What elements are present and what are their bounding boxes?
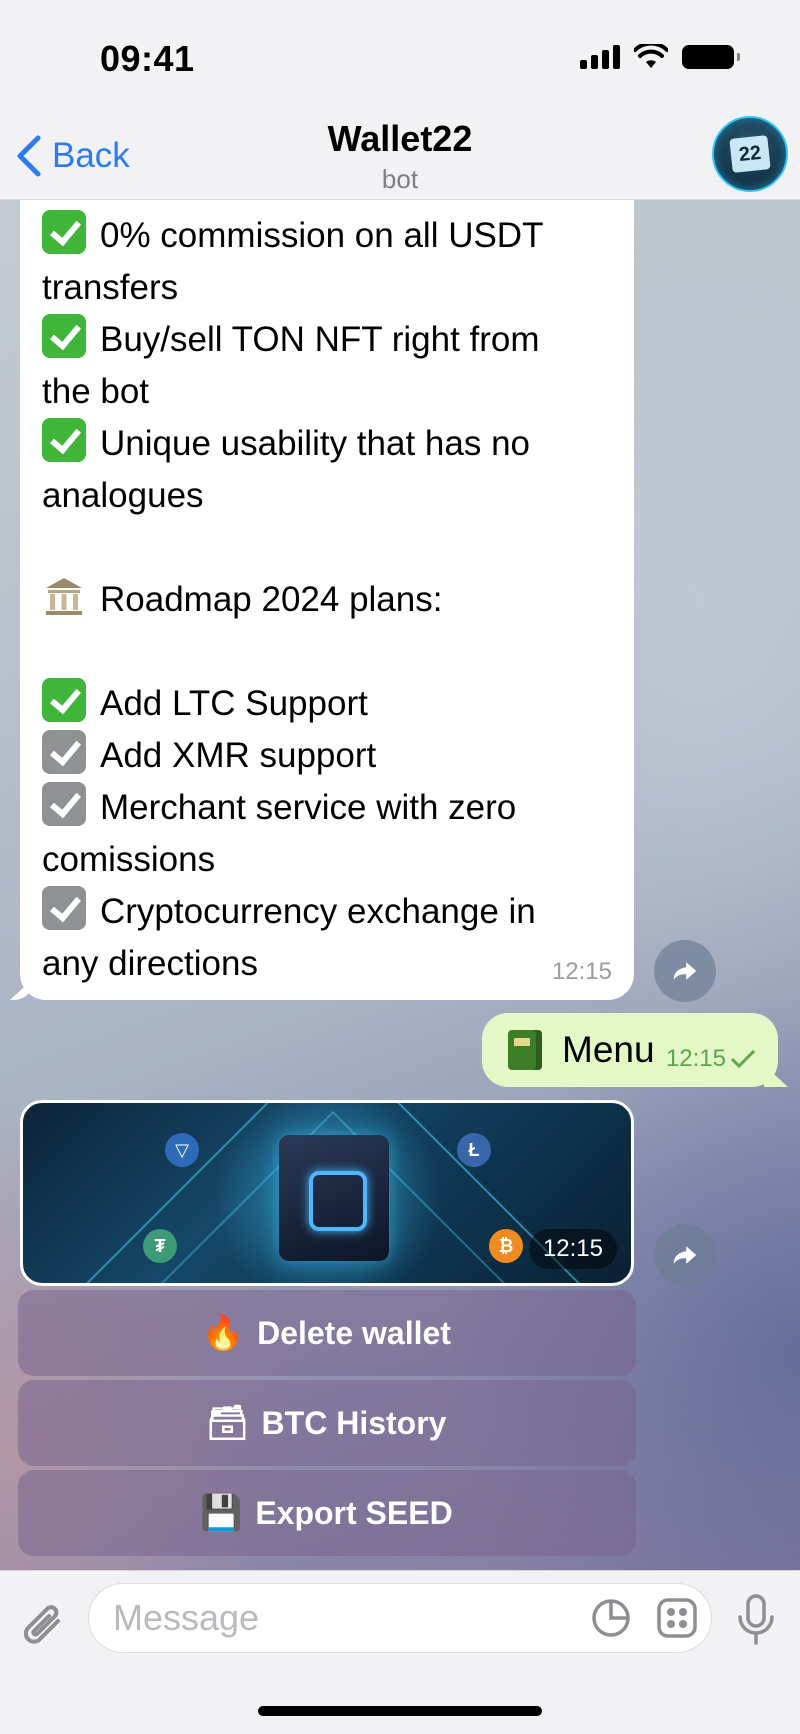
tether-coin-icon: ₮	[143, 1229, 177, 1263]
attach-menu-icon[interactable]	[656, 1597, 698, 1639]
home-indicator[interactable]	[258, 1706, 542, 1716]
share-arrow-icon	[673, 962, 697, 980]
read-check-icon	[730, 1049, 756, 1069]
chat-title: Wallet22	[327, 118, 473, 159]
export-seed-button[interactable]: 💾 Export SEED	[18, 1470, 636, 1556]
outgoing-message-time: 12:15	[666, 1045, 756, 1073]
message-line-text: Roadmap 2024 plans:	[100, 580, 443, 619]
message-line: analogues	[42, 470, 614, 522]
floppy-disk-icon: 💾	[200, 1494, 243, 1532]
chat-title-block[interactable]: Wallet22 bot	[0, 118, 800, 195]
message-line	[42, 522, 614, 574]
message-line: 0% commission on all USDT	[42, 210, 614, 262]
button-label: Delete wallet	[257, 1314, 451, 1351]
litecoin-icon: Ł	[457, 1133, 491, 1167]
chat-subtitle: bot	[381, 164, 419, 194]
message-line: the bot	[42, 366, 614, 418]
status-time: 09:41	[100, 38, 195, 79]
message-line-text: Cryptocurrency exchange in	[100, 892, 536, 931]
green-check-icon	[42, 210, 86, 254]
message-line-text: Add LTC Support	[100, 684, 368, 723]
sticker-icon[interactable]	[590, 1597, 632, 1639]
message-line-text: comissions	[42, 840, 216, 879]
incoming-message-bubble[interactable]: 0% commission on all USDT transfers Buy/se…	[20, 160, 634, 1000]
message-line: Unique usability that has no	[42, 418, 614, 470]
image-message[interactable]: ▽ Ł ₮ ₿ 12:15	[20, 1100, 634, 1286]
message-line-text: transfers	[42, 268, 179, 307]
forward-button[interactable]	[654, 1224, 716, 1286]
message-line	[42, 626, 614, 678]
gray-check-icon	[42, 886, 86, 930]
image-message-time: 12:15	[528, 1229, 617, 1269]
message-line-text: Merchant service with zero	[100, 788, 517, 827]
share-arrow-icon	[673, 1246, 697, 1264]
navigation-header: 09:41 Back Wallet22 bot 22	[0, 0, 800, 200]
file-box-icon: 🗃	[205, 1404, 250, 1442]
cellular-signal-icon	[580, 45, 620, 69]
message-line: any directions	[42, 938, 614, 990]
bank-building-icon	[46, 578, 82, 615]
message-line-text: Buy/sell TON NFT right from	[100, 320, 540, 359]
wifi-icon	[634, 44, 668, 68]
message-line-text: analogues	[42, 476, 204, 515]
bot-avatar[interactable]: 22	[712, 116, 788, 192]
green-check-icon	[42, 418, 86, 462]
message-line-text: any directions	[42, 944, 258, 983]
message-line: Merchant service with zero	[42, 782, 614, 834]
wallet-image-icon	[279, 1135, 389, 1261]
message-line-text: 0% commission on all USDT	[100, 216, 544, 255]
message-line: Add LTC Support	[42, 678, 614, 730]
green-check-icon	[42, 678, 86, 722]
outgoing-message-bubble[interactable]: Menu 12:15	[482, 1013, 778, 1087]
message-line-text: Unique usability that has no	[100, 424, 530, 463]
message-line: comissions	[42, 834, 614, 886]
message-line-text: the bot	[42, 372, 150, 411]
avatar-text: 22	[729, 135, 771, 173]
message-line: Roadmap 2024 plans:	[42, 574, 614, 626]
bitcoin-coin-icon: ₿	[489, 1229, 523, 1263]
microphone-icon[interactable]	[736, 1593, 776, 1647]
message-line: Cryptocurrency exchange in	[42, 886, 614, 938]
paperclip-icon[interactable]	[20, 1599, 68, 1653]
gray-check-icon	[42, 730, 86, 774]
status-icons	[580, 44, 740, 70]
fire-icon: 🔥	[201, 1314, 245, 1352]
green-check-icon	[42, 314, 86, 358]
outgoing-time-label: 12:15	[665, 1045, 726, 1072]
button-label: Export SEED	[255, 1494, 453, 1531]
green-book-icon	[508, 1030, 542, 1070]
delete-wallet-button[interactable]: 🔥 Delete wallet	[18, 1290, 636, 1376]
ton-coin-icon: ▽	[165, 1133, 199, 1167]
btc-history-button[interactable]: 🗃 BTC History	[18, 1380, 636, 1466]
message-line: transfers	[42, 262, 614, 314]
button-label: BTC History	[261, 1404, 447, 1441]
forward-button[interactable]	[654, 940, 716, 1002]
gray-check-icon	[42, 782, 86, 826]
battery-icon	[682, 45, 740, 69]
message-time: 12:15	[551, 958, 612, 985]
outgoing-message-text: Menu	[562, 1029, 655, 1070]
message-line: Buy/sell TON NFT right from	[42, 314, 614, 366]
message-line-text: Add XMR support	[100, 736, 377, 775]
message-text: 0% commission on all USDT transfers Buy/se…	[42, 210, 614, 990]
message-line: Add XMR support	[42, 730, 614, 782]
